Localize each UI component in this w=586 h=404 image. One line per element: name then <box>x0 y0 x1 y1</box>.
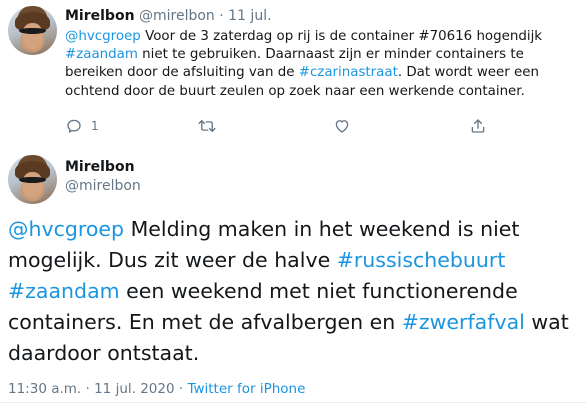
tweet1-actions: 1 <box>65 116 505 136</box>
hashtag-link[interactable]: #zwerfafval <box>402 310 525 334</box>
retweet-icon <box>197 117 217 135</box>
tweet1-date[interactable]: 11 jul. <box>228 8 271 24</box>
heart-icon <box>333 117 351 135</box>
mention-link[interactable]: @hvcgroep <box>65 29 141 44</box>
hashtag-link[interactable]: #zaandam <box>8 279 120 303</box>
tweet1-author-name[interactable]: Mirelbon <box>65 8 135 24</box>
tweet2-date[interactable]: 11 jul. 2020 <box>94 381 174 397</box>
tweet2-author-handle[interactable]: @mirelbon <box>65 177 141 195</box>
retweet-button[interactable] <box>197 117 217 135</box>
tweet-text-segment: Voor de 3 zaterdag op rij is de containe… <box>140 29 543 44</box>
tweet2-author-name[interactable]: Mirelbon <box>65 158 135 176</box>
mention-link[interactable]: @hvcgroep <box>8 217 124 241</box>
avatar-face <box>21 171 44 199</box>
tweet2-time[interactable]: 11:30 a.m. <box>8 381 81 397</box>
hashtag-link[interactable]: #zaandam <box>65 47 138 62</box>
share-button[interactable] <box>469 117 487 135</box>
tweet2-source-link[interactable]: Twitter for iPhone <box>187 381 305 397</box>
tweet1-author-handle[interactable]: @mirelbon <box>139 8 215 24</box>
tweet1-text: @hvcgroep Voor de 3 zaterdag op rij is d… <box>65 28 575 101</box>
reply-count: 1 <box>91 119 99 133</box>
share-icon <box>469 117 487 135</box>
divider <box>0 402 586 403</box>
tweet2-avatar[interactable] <box>8 155 57 204</box>
tweet2-separator: · <box>85 381 90 397</box>
hashtag-link[interactable]: #czarinastraat <box>299 65 398 80</box>
tweet2-text: @hvcgroep Melding maken in het weekend i… <box>8 214 578 369</box>
reply-button[interactable]: 1 <box>65 117 99 135</box>
reply-icon <box>65 117 83 135</box>
tweet2-meta: 11:30 a.m. · 11 jul. 2020 · Twitter for … <box>8 380 305 398</box>
tweet2-separator-2: · <box>178 381 184 397</box>
tweet1-avatar[interactable] <box>8 6 57 55</box>
tweet1-separator: · <box>219 8 224 24</box>
like-button[interactable] <box>333 117 351 135</box>
tweet1-header: Mirelbon @mirelbon · 11 jul. <box>65 7 272 25</box>
avatar-face <box>21 22 44 50</box>
hashtag-link[interactable]: #russischebuurt <box>337 248 506 272</box>
